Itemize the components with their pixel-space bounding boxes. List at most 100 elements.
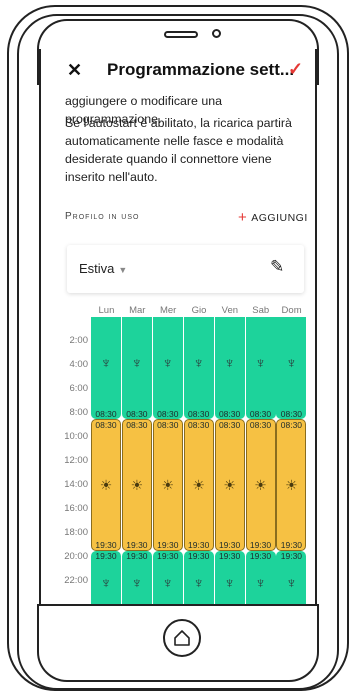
solar-slot[interactable]: 08:30 ☀ 19:30 <box>183 419 214 551</box>
grid-slot[interactable]: 19:30 ♆ <box>121 551 152 605</box>
power-tower-icon: ♆ <box>254 354 267 372</box>
slot-end-time: 08:30 <box>188 409 210 419</box>
autostart-description: Se l'autostart è abilitato, la ricarica … <box>65 116 292 184</box>
grid-slot[interactable]: ♆ 08:30 <box>121 317 152 419</box>
weekly-schedule-grid: ♆ 08:30 08:30 ☀ 19:30 19:30 ♆ ♆ 08:30 08:30 ☀ 19:30… <box>91 317 307 605</box>
grid-slot[interactable]: ♆ 08:30 <box>214 317 245 419</box>
day-column: ♆ 08:30 08:30 ☀ 19:30 19:30 ♆ <box>121 317 152 605</box>
day-column: ♆ 08:30 08:30 ☀ 19:30 19:30 ♆ <box>245 317 276 605</box>
slot-end-time: 19:30 <box>249 540 272 550</box>
grid-slot[interactable]: ♆ 08:30 <box>152 317 183 419</box>
power-tower-icon: ♆ <box>131 354 143 372</box>
power-tower-icon: ♆ <box>193 574 205 592</box>
power-tower-icon: ♆ <box>285 354 298 372</box>
hour-label: 22:00 <box>64 575 88 586</box>
power-tower-icon: ♆ <box>131 574 143 592</box>
hour-label: 2:00 <box>69 335 89 346</box>
day-column: ♆ 08:30 08:30 ☀ 19:30 19:30 ♆ <box>276 317 307 605</box>
grid-slot[interactable]: 19:30 ♆ <box>245 551 276 605</box>
chevron-down-icon: ▼ <box>118 265 128 275</box>
hour-label: 18:00 <box>64 527 88 538</box>
profile-selector[interactable]: Estiva ▼ ✎ <box>67 245 304 293</box>
slot-start-time: 19:30 <box>95 551 117 561</box>
solar-slot[interactable]: 08:30 ☀ 19:30 <box>152 419 183 551</box>
solar-slot[interactable]: 08:30 ☀ 19:30 <box>91 419 121 551</box>
day-header: Ven <box>221 305 239 316</box>
hour-label: 4:00 <box>69 359 89 370</box>
power-tower-icon: ♆ <box>193 354 205 372</box>
slot-start-time: 19:30 <box>218 551 241 561</box>
slot-start-time: 08:30 <box>157 420 179 430</box>
profile-dropdown[interactable]: Estiva ▼ <box>79 261 127 276</box>
day-column: ♆ 08:30 08:30 ☀ 19:30 19:30 ♆ <box>183 317 214 605</box>
sun-icon: ☀ <box>161 476 175 493</box>
slot-end-time: 08:30 <box>157 409 179 419</box>
home-button[interactable] <box>163 619 201 657</box>
hour-label: 10:00 <box>64 431 88 442</box>
slot-start-time: 19:30 <box>280 551 303 561</box>
grid-slot[interactable]: ♆ 08:30 <box>276 317 307 419</box>
day-header: Dom <box>281 305 302 316</box>
add-profile-button[interactable]: + AGGIUNGI <box>238 209 308 226</box>
slot-end-time: 19:30 <box>188 540 210 550</box>
day-header: Mer <box>159 305 177 316</box>
grid-slot[interactable]: 19:30 ♆ <box>183 551 214 605</box>
slot-end-time: 08:30 <box>249 409 272 419</box>
hour-label: 6:00 <box>69 383 89 394</box>
hour-label: 16:00 <box>64 503 88 514</box>
hour-label: 12:00 <box>64 455 88 466</box>
profile-section-label-text: Profilo in uso <box>65 211 140 222</box>
sun-icon: ☀ <box>130 476 144 493</box>
grid-slot[interactable]: ♆ 08:30 <box>245 317 276 419</box>
sun-icon: ☀ <box>99 476 113 493</box>
solar-slot[interactable]: 08:30 ☀ 19:30 <box>121 419 152 551</box>
grid-slot[interactable]: 19:30 ♆ <box>214 551 245 605</box>
slot-start-time: 19:30 <box>157 551 179 561</box>
app-bar: ✕ Programmazione sett... ✓ <box>41 49 315 91</box>
power-tower-icon: ♆ <box>223 574 236 592</box>
solar-slot[interactable]: 08:30 ☀ 19:30 <box>245 419 276 551</box>
power-tower-icon: ♆ <box>162 354 174 372</box>
day-header: Sab <box>252 305 270 316</box>
app-screen: ✕ Programmazione sett... ✓ aggiungere o … <box>39 49 317 605</box>
slot-end-time: 19:30 <box>218 540 241 550</box>
slot-start-time: 19:30 <box>188 551 210 561</box>
power-tower-icon: ♆ <box>223 354 236 372</box>
power-tower-icon: ♆ <box>285 574 298 592</box>
grid-slot[interactable]: 19:30 ♆ <box>152 551 183 605</box>
speaker-icon <box>164 31 198 38</box>
slot-start-time: 19:30 <box>249 551 272 561</box>
grid-slot[interactable]: 19:30 ♆ <box>276 551 307 605</box>
slot-end-time: 08:30 <box>126 409 148 419</box>
confirm-icon[interactable]: ✓ <box>288 59 303 80</box>
day-column: ♆ 08:30 08:30 ☀ 19:30 19:30 ♆ <box>152 317 183 605</box>
hour-label: 20:00 <box>64 551 88 562</box>
home-icon <box>174 630 190 646</box>
slot-end-time: 19:30 <box>126 540 148 550</box>
hour-label: 8:00 <box>69 407 89 418</box>
slot-end-time: 19:30 <box>95 540 117 550</box>
day-header: Mar <box>129 305 146 316</box>
day-header: Lun <box>98 305 115 316</box>
plus-icon: + <box>238 209 248 226</box>
slot-start-time: 08:30 <box>280 420 303 430</box>
solar-slot[interactable]: 08:30 ☀ 19:30 <box>214 419 245 551</box>
day-column: ♆ 08:30 08:30 ☀ 19:30 19:30 ♆ <box>91 317 121 605</box>
power-tower-icon: ♆ <box>100 574 112 592</box>
edit-icon[interactable]: ✎ <box>270 257 284 277</box>
grid-slot[interactable]: 19:30 ♆ <box>91 551 121 605</box>
close-icon[interactable]: ✕ <box>67 60 82 81</box>
grid-slot[interactable]: ♆ 08:30 <box>183 317 214 419</box>
add-profile-label: AGGIUNGI <box>251 212 308 224</box>
power-tower-icon: ♆ <box>254 574 267 592</box>
hour-label: 14:00 <box>64 479 88 490</box>
sun-icon: ☀ <box>285 476 298 493</box>
grid-slot[interactable]: ♆ 08:30 <box>91 317 121 419</box>
profile-name: Estiva <box>79 261 115 276</box>
solar-slot[interactable]: 08:30 ☀ 19:30 <box>276 419 307 551</box>
slot-end-time: 08:30 <box>280 409 303 419</box>
slot-start-time: 08:30 <box>249 420 272 430</box>
slot-start-time: 08:30 <box>126 420 148 430</box>
slot-end-time: 08:30 <box>95 409 117 419</box>
power-tower-icon: ♆ <box>162 574 174 592</box>
